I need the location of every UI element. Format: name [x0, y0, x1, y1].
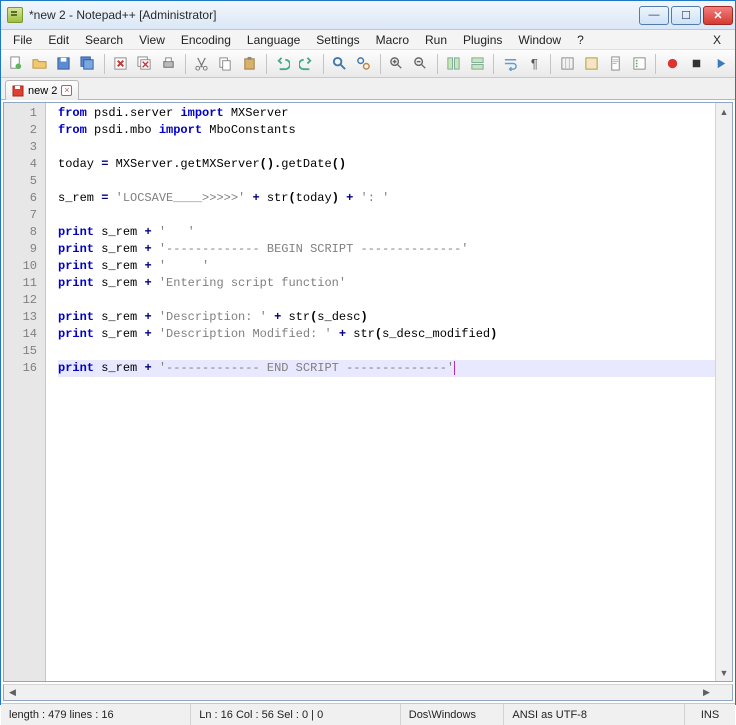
zoom-out-icon[interactable]: [410, 53, 432, 75]
tab-new-2[interactable]: new 2 ×: [5, 80, 79, 100]
app-icon: [7, 7, 23, 23]
unsaved-icon: [12, 85, 24, 97]
line-number: 1: [4, 105, 45, 122]
tab-bar: new 2 ×: [1, 78, 735, 100]
maximize-button[interactable]: ☐: [671, 6, 701, 25]
line-number: 12: [4, 292, 45, 309]
scroll-right-icon[interactable]: ▶: [698, 685, 715, 700]
menu-macro[interactable]: Macro: [368, 31, 417, 49]
tab-label: new 2: [28, 85, 57, 97]
print-icon[interactable]: [158, 53, 180, 75]
menu-file[interactable]: File: [5, 31, 40, 49]
line-number: 10: [4, 258, 45, 275]
copy-icon[interactable]: [215, 53, 237, 75]
window-controls: — ☐ ✕: [637, 6, 733, 25]
toolbar-sep: [493, 54, 494, 74]
scroll-corner: [715, 685, 732, 700]
record-macro-icon[interactable]: [661, 53, 683, 75]
menu-settings[interactable]: Settings: [308, 31, 367, 49]
line-number: 4: [4, 156, 45, 173]
menu-encoding[interactable]: Encoding: [173, 31, 239, 49]
toolbar-sep: [266, 54, 267, 74]
scroll-left-icon[interactable]: ◀: [4, 685, 21, 700]
new-file-icon[interactable]: [5, 53, 27, 75]
line-number: 8: [4, 224, 45, 241]
line-number: 11: [4, 275, 45, 292]
line-number: 9: [4, 241, 45, 258]
toolbar-sep: [323, 54, 324, 74]
editor: 1 2 3 4 5 6 7 8 9 10 11 12 13 14 15 16 f…: [3, 102, 733, 682]
line-number: 2: [4, 122, 45, 139]
save-all-icon[interactable]: [77, 53, 99, 75]
line-number: 6: [4, 190, 45, 207]
status-length: length : 479 lines : 16: [1, 704, 191, 725]
text-caret: [454, 361, 455, 375]
cut-icon[interactable]: [191, 53, 213, 75]
stop-macro-icon[interactable]: [685, 53, 707, 75]
status-position: Ln : 16 Col : 56 Sel : 0 | 0: [191, 704, 401, 725]
redo-icon[interactable]: [296, 53, 318, 75]
menu-language[interactable]: Language: [239, 31, 308, 49]
zoom-in-icon[interactable]: [386, 53, 408, 75]
horizontal-scrollbar[interactable]: ◀ ▶: [3, 684, 733, 701]
scroll-up-icon[interactable]: ▲: [716, 103, 732, 120]
wrap-icon[interactable]: [499, 53, 521, 75]
toolbar-sep: [380, 54, 381, 74]
menu-plugins[interactable]: Plugins: [455, 31, 510, 49]
toolbar: ¶: [1, 50, 735, 78]
menu-window[interactable]: Window: [510, 31, 569, 49]
close-file-icon[interactable]: [110, 53, 132, 75]
scroll-down-icon[interactable]: ▼: [716, 664, 732, 681]
line-number: 13: [4, 309, 45, 326]
toolbar-sep: [185, 54, 186, 74]
undo-icon[interactable]: [272, 53, 294, 75]
menu-close-x[interactable]: X: [703, 33, 731, 47]
line-number-gutter: 1 2 3 4 5 6 7 8 9 10 11 12 13 14 15 16: [4, 103, 46, 681]
doc-map-icon[interactable]: [604, 53, 626, 75]
minimize-button[interactable]: —: [639, 6, 669, 25]
menu-help[interactable]: ?: [569, 31, 592, 49]
title-bar: *new 2 - Notepad++ [Administrator] — ☐ ✕: [1, 1, 735, 30]
paste-icon[interactable]: [239, 53, 261, 75]
line-number: 5: [4, 173, 45, 190]
line-number: 7: [4, 207, 45, 224]
save-icon[interactable]: [53, 53, 75, 75]
status-encoding[interactable]: ANSI as UTF-8: [504, 704, 685, 725]
menu-run[interactable]: Run: [417, 31, 455, 49]
scroll-track[interactable]: [21, 685, 698, 700]
line-number: 16: [4, 360, 45, 377]
line-number: 14: [4, 326, 45, 343]
show-all-chars-icon[interactable]: ¶: [523, 53, 545, 75]
menu-search[interactable]: Search: [77, 31, 131, 49]
window-title: *new 2 - Notepad++ [Administrator]: [29, 8, 637, 22]
scroll-track[interactable]: [716, 120, 732, 664]
open-file-icon[interactable]: [29, 53, 51, 75]
find-icon[interactable]: [329, 53, 351, 75]
sync-v-icon[interactable]: [443, 53, 465, 75]
toolbar-sep: [655, 54, 656, 74]
function-list-icon[interactable]: [628, 53, 650, 75]
indent-guide-icon[interactable]: [556, 53, 578, 75]
tab-close-icon[interactable]: ×: [61, 85, 72, 96]
status-insert-mode[interactable]: INS: [685, 704, 735, 725]
line-number: 3: [4, 139, 45, 156]
sync-h-icon[interactable]: [466, 53, 488, 75]
toolbar-sep: [437, 54, 438, 74]
menu-edit[interactable]: Edit: [40, 31, 77, 49]
toolbar-sep: [104, 54, 105, 74]
close-button[interactable]: ✕: [703, 6, 733, 25]
menu-view[interactable]: View: [131, 31, 173, 49]
status-eol[interactable]: Dos\Windows: [401, 704, 505, 725]
line-number: 15: [4, 343, 45, 360]
toolbar-sep: [550, 54, 551, 74]
status-bar: length : 479 lines : 16 Ln : 16 Col : 56…: [1, 703, 735, 725]
close-all-icon[interactable]: [134, 53, 156, 75]
menu-bar: File Edit Search View Encoding Language …: [1, 30, 735, 50]
play-macro-icon[interactable]: [709, 53, 731, 75]
user-lang-icon[interactable]: [580, 53, 602, 75]
vertical-scrollbar[interactable]: ▲ ▼: [715, 103, 732, 681]
replace-icon[interactable]: [353, 53, 375, 75]
code-area[interactable]: from psdi.server import MXServer from ps…: [46, 103, 715, 681]
